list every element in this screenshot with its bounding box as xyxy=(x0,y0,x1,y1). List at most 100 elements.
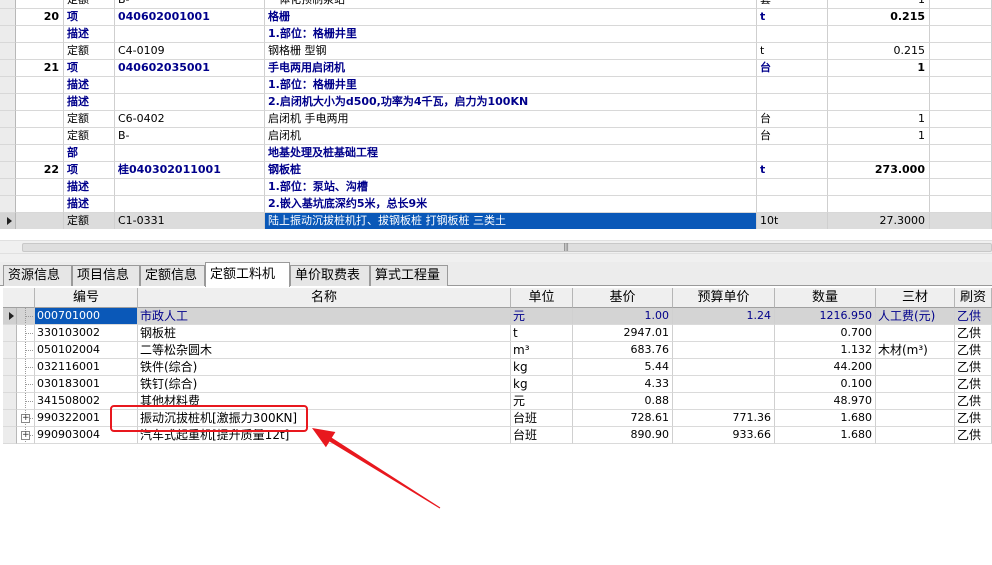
resource-material[interactable] xyxy=(876,393,955,410)
row-indicator[interactable] xyxy=(0,111,16,128)
resource-base-price[interactable]: 5.44 xyxy=(573,359,673,376)
row-name[interactable]: 1.部位：格栅井里 xyxy=(265,26,757,43)
row-code[interactable]: 桂040302011001 xyxy=(115,162,265,179)
row-indicator[interactable] xyxy=(3,325,17,342)
resource-unit[interactable]: 台班 xyxy=(511,410,573,427)
row-quantity[interactable]: 1 xyxy=(828,128,930,145)
row-code[interactable] xyxy=(115,26,265,43)
header-name[interactable]: 名称 xyxy=(138,288,511,308)
row-indicator[interactable] xyxy=(3,376,17,393)
row-code[interactable]: B- xyxy=(115,128,265,145)
row-indicator[interactable] xyxy=(3,342,17,359)
resource-unit[interactable]: 台班 xyxy=(511,427,573,444)
row-name[interactable]: 1.部位：格栅井里 xyxy=(265,77,757,94)
row-type[interactable]: 定额 xyxy=(64,213,115,229)
row-name[interactable]: 2.嵌入基坑底深约5米，总长9米 xyxy=(265,196,757,213)
resource-supply[interactable]: 乙供 xyxy=(955,427,992,444)
row-quantity[interactable]: 0.215 xyxy=(828,9,930,26)
resource-row[interactable]: 330103002 钢板桩 t 2947.01 0.700 乙供 xyxy=(3,325,992,342)
bill-row[interactable]: 定额 C6-0402 启闭机 手电两用台 1 xyxy=(0,111,992,128)
row-type[interactable]: 描述 xyxy=(64,196,115,213)
bill-row[interactable]: 20 项 040602001001 格栅 t 0.215 xyxy=(0,9,992,26)
resource-unit[interactable]: kg xyxy=(511,359,573,376)
resource-unit[interactable]: m³ xyxy=(511,342,573,359)
resource-supply[interactable]: 乙供 xyxy=(955,342,992,359)
row-name[interactable]: 钢板桩 xyxy=(265,162,757,179)
row-code[interactable]: B- xyxy=(115,0,265,9)
resource-budget-price[interactable] xyxy=(673,376,775,393)
row-indicator[interactable] xyxy=(0,128,16,145)
tree-cell[interactable]: + xyxy=(17,410,35,427)
scrollbar-thumb[interactable] xyxy=(22,243,992,252)
row-code[interactable] xyxy=(115,196,265,213)
resource-budget-price[interactable] xyxy=(673,342,775,359)
bill-row[interactable]: 21 项 040602035001 手电两用启闭机台 1 xyxy=(0,60,992,77)
row-indicator[interactable] xyxy=(0,43,16,60)
resource-code[interactable]: 050102004 xyxy=(35,342,138,359)
resource-quantity[interactable]: 0.100 xyxy=(775,376,876,393)
row-indicator[interactable] xyxy=(3,308,17,325)
resource-supply[interactable]: 乙供 xyxy=(955,308,992,325)
row-number[interactable] xyxy=(16,213,64,229)
row-unit[interactable]: 台 xyxy=(757,60,828,77)
resource-name[interactable]: 铁钉(综合) xyxy=(138,376,511,393)
resource-supply[interactable]: 乙供 xyxy=(955,410,992,427)
panel-splitter[interactable] xyxy=(0,254,992,262)
row-number[interactable] xyxy=(16,145,64,162)
row-number[interactable] xyxy=(16,111,64,128)
row-indicator[interactable] xyxy=(0,26,16,43)
row-unit[interactable]: t xyxy=(757,43,828,60)
bill-row[interactable]: 描述 1.部位：格栅井里 xyxy=(0,77,992,94)
resource-name[interactable]: 二等松杂圆木 xyxy=(138,342,511,359)
header-unit[interactable]: 单位 xyxy=(511,288,573,308)
row-type[interactable]: 描述 xyxy=(64,179,115,196)
row-indicator[interactable] xyxy=(0,179,16,196)
resource-material[interactable]: 人工费(元) xyxy=(876,308,955,325)
resource-budget-price[interactable]: 933.66 xyxy=(673,427,775,444)
row-code[interactable] xyxy=(115,77,265,94)
resource-base-price[interactable]: 683.76 xyxy=(573,342,673,359)
row-type[interactable]: 项 xyxy=(64,60,115,77)
expand-plus-icon[interactable]: + xyxy=(21,431,30,440)
row-number[interactable] xyxy=(16,94,64,111)
row-indicator[interactable] xyxy=(3,359,17,376)
row-name[interactable]: 启闭机 xyxy=(265,128,757,145)
resource-base-price[interactable]: 0.88 xyxy=(573,393,673,410)
row-number[interactable] xyxy=(16,179,64,196)
row-code[interactable] xyxy=(115,179,265,196)
row-name[interactable]: 地基处理及桩基础工程 xyxy=(265,145,757,162)
row-quantity[interactable] xyxy=(828,77,930,94)
bill-row[interactable]: 定额 C4-0109 钢格栅 型钢 t 0.215 xyxy=(0,43,992,60)
resource-budget-price[interactable]: 771.36 xyxy=(673,410,775,427)
resource-quantity[interactable]: 44.200 xyxy=(775,359,876,376)
resource-material[interactable]: 木材(m³) xyxy=(876,342,955,359)
row-type[interactable]: 定额 xyxy=(64,0,115,9)
resource-budget-price[interactable] xyxy=(673,393,775,410)
bill-items-grid[interactable]: 定额B-一体化预制泵站套120项040602001001格栅t0.215描述1.… xyxy=(0,0,992,229)
row-number[interactable]: 22 xyxy=(16,162,64,179)
row-unit[interactable]: t xyxy=(757,162,828,179)
row-number[interactable]: 21 xyxy=(16,60,64,77)
resource-quantity[interactable]: 1.680 xyxy=(775,427,876,444)
resource-material[interactable] xyxy=(876,427,955,444)
row-unit[interactable]: 台 xyxy=(757,128,828,145)
row-type[interactable]: 项 xyxy=(64,162,115,179)
row-quantity[interactable] xyxy=(828,26,930,43)
row-unit[interactable] xyxy=(757,94,828,111)
tab-4[interactable]: 单价取费表 xyxy=(290,265,370,286)
resource-code[interactable]: 032116001 xyxy=(35,359,138,376)
row-name[interactable]: 一体化预制泵站 xyxy=(265,0,757,9)
row-indicator[interactable] xyxy=(0,94,16,111)
resource-code[interactable]: 000701000 xyxy=(35,308,138,325)
row-type[interactable]: 部 xyxy=(64,145,115,162)
row-code[interactable]: 040602035001 xyxy=(115,60,265,77)
row-name[interactable]: 格栅 xyxy=(265,9,757,26)
row-type[interactable]: 描述 xyxy=(64,77,115,94)
tab-0[interactable]: 资源信息 xyxy=(3,265,72,286)
row-quantity[interactable] xyxy=(828,94,930,111)
row-name[interactable]: 2.启闭机大小为d500,功率为4千瓦，启力为100KN xyxy=(265,94,757,111)
resource-row[interactable]: 032116001 铁件(综合) kg 5.44 44.200 乙供 xyxy=(3,359,992,376)
bill-row[interactable]: 描述 1.部位：泵站、沟槽 xyxy=(0,179,992,196)
row-name[interactable]: 手电两用启闭机 xyxy=(265,60,757,77)
header-base-price[interactable]: 基价 xyxy=(573,288,673,308)
